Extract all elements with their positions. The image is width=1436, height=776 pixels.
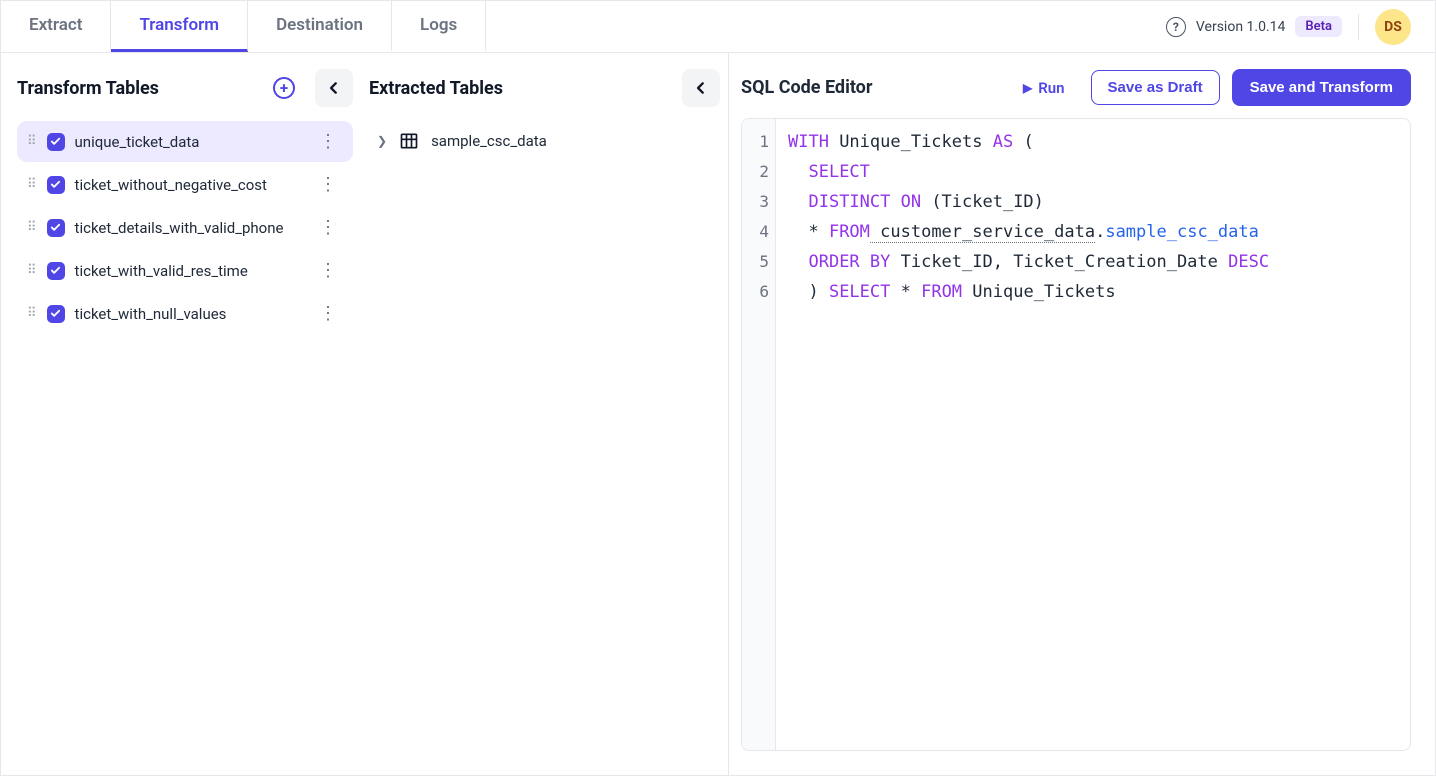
version-label: Version 1.0.14 (1196, 19, 1285, 35)
transform-tables-title: Transform Tables (17, 78, 159, 99)
transform-table-item[interactable]: ⠿ ticket_without_negative_cost ⋮ (17, 164, 353, 205)
add-table-button[interactable]: + (273, 77, 295, 99)
tab-transform[interactable]: Transform (111, 1, 248, 52)
table-icon (399, 131, 419, 151)
save-transform-button[interactable]: Save and Transform (1232, 69, 1411, 106)
header-right: ? Version 1.0.14 Beta DS (1166, 9, 1435, 45)
checkbox[interactable] (47, 133, 65, 151)
play-icon: ▶ (1023, 81, 1032, 95)
code-editor[interactable]: 123456 WITH Unique_Tickets AS ( SELECT D… (741, 118, 1411, 751)
drag-handle-icon[interactable]: ⠿ (27, 135, 37, 148)
chevron-left-icon (694, 81, 708, 95)
sql-editor-panel: SQL Code Editor ▶ Run Save as Draft Save… (729, 53, 1435, 775)
divider (1358, 14, 1359, 40)
chevron-left-icon (327, 81, 341, 95)
collapse-transform-panel-button[interactable] (315, 69, 353, 107)
collapse-extracted-panel-button[interactable] (682, 69, 720, 107)
transform-table-item[interactable]: ⠿ ticket_details_with_valid_phone ⋮ (17, 207, 353, 248)
tab-destination[interactable]: Destination (248, 1, 392, 52)
extracted-tables-panel: Extracted Tables ❯ sample_csc_data (361, 53, 729, 775)
chevron-right-icon[interactable]: ❯ (377, 134, 387, 148)
code-area[interactable]: WITH Unique_Tickets AS ( SELECT DISTINCT… (776, 119, 1410, 750)
tabs: ExtractTransformDestinationLogs (1, 1, 486, 52)
transform-table-item[interactable]: ⠿ ticket_with_valid_res_time ⋮ (17, 250, 353, 291)
tab-extract[interactable]: Extract (1, 1, 111, 52)
kebab-menu-icon[interactable]: ⋮ (313, 303, 343, 324)
transform-table-item[interactable]: ⠿ ticket_with_null_values ⋮ (17, 293, 353, 334)
extracted-table-item[interactable]: ❯ sample_csc_data (369, 121, 720, 161)
transform-table-item[interactable]: ⠿ unique_ticket_data ⋮ (17, 121, 353, 162)
extracted-table-name: sample_csc_data (431, 132, 547, 150)
table-name: ticket_details_with_valid_phone (75, 219, 284, 237)
drag-handle-icon[interactable]: ⠿ (27, 264, 37, 277)
transform-tables-panel: Transform Tables + ⠿unique_ticket_data⋮⠿… (1, 53, 361, 775)
sql-editor-title: SQL Code Editor (741, 77, 872, 98)
table-name: unique_ticket_data (75, 133, 200, 151)
checkbox[interactable] (47, 305, 65, 323)
extracted-tables-title: Extracted Tables (369, 78, 503, 99)
tab-logs[interactable]: Logs (392, 1, 486, 52)
checkbox[interactable] (47, 176, 65, 194)
table-name: ticket_without_negative_cost (75, 176, 267, 194)
checkbox[interactable] (47, 262, 65, 280)
extracted-table-list: ❯ sample_csc_data (369, 121, 720, 161)
drag-handle-icon[interactable]: ⠿ (27, 307, 37, 320)
kebab-menu-icon[interactable]: ⋮ (313, 217, 343, 238)
save-draft-button[interactable]: Save as Draft (1091, 70, 1220, 105)
kebab-menu-icon[interactable]: ⋮ (313, 174, 343, 195)
table-name: ticket_with_null_values (75, 305, 227, 323)
kebab-menu-icon[interactable]: ⋮ (313, 131, 343, 152)
drag-handle-icon[interactable]: ⠿ (27, 178, 37, 191)
help-icon[interactable]: ? (1166, 17, 1186, 37)
checkbox[interactable] (47, 219, 65, 237)
table-name: ticket_with_valid_res_time (75, 262, 248, 280)
drag-handle-icon[interactable]: ⠿ (27, 221, 37, 234)
run-button[interactable]: ▶ Run (1009, 71, 1079, 105)
kebab-menu-icon[interactable]: ⋮ (313, 260, 343, 281)
avatar[interactable]: DS (1375, 9, 1411, 45)
top-bar: ExtractTransformDestinationLogs ? Versio… (1, 1, 1435, 53)
beta-badge: Beta (1295, 16, 1342, 37)
transform-table-list: ⠿ unique_ticket_data ⋮ ⠿ ticket_without_nega… (17, 121, 353, 334)
line-gutter: 123456 (742, 119, 776, 750)
